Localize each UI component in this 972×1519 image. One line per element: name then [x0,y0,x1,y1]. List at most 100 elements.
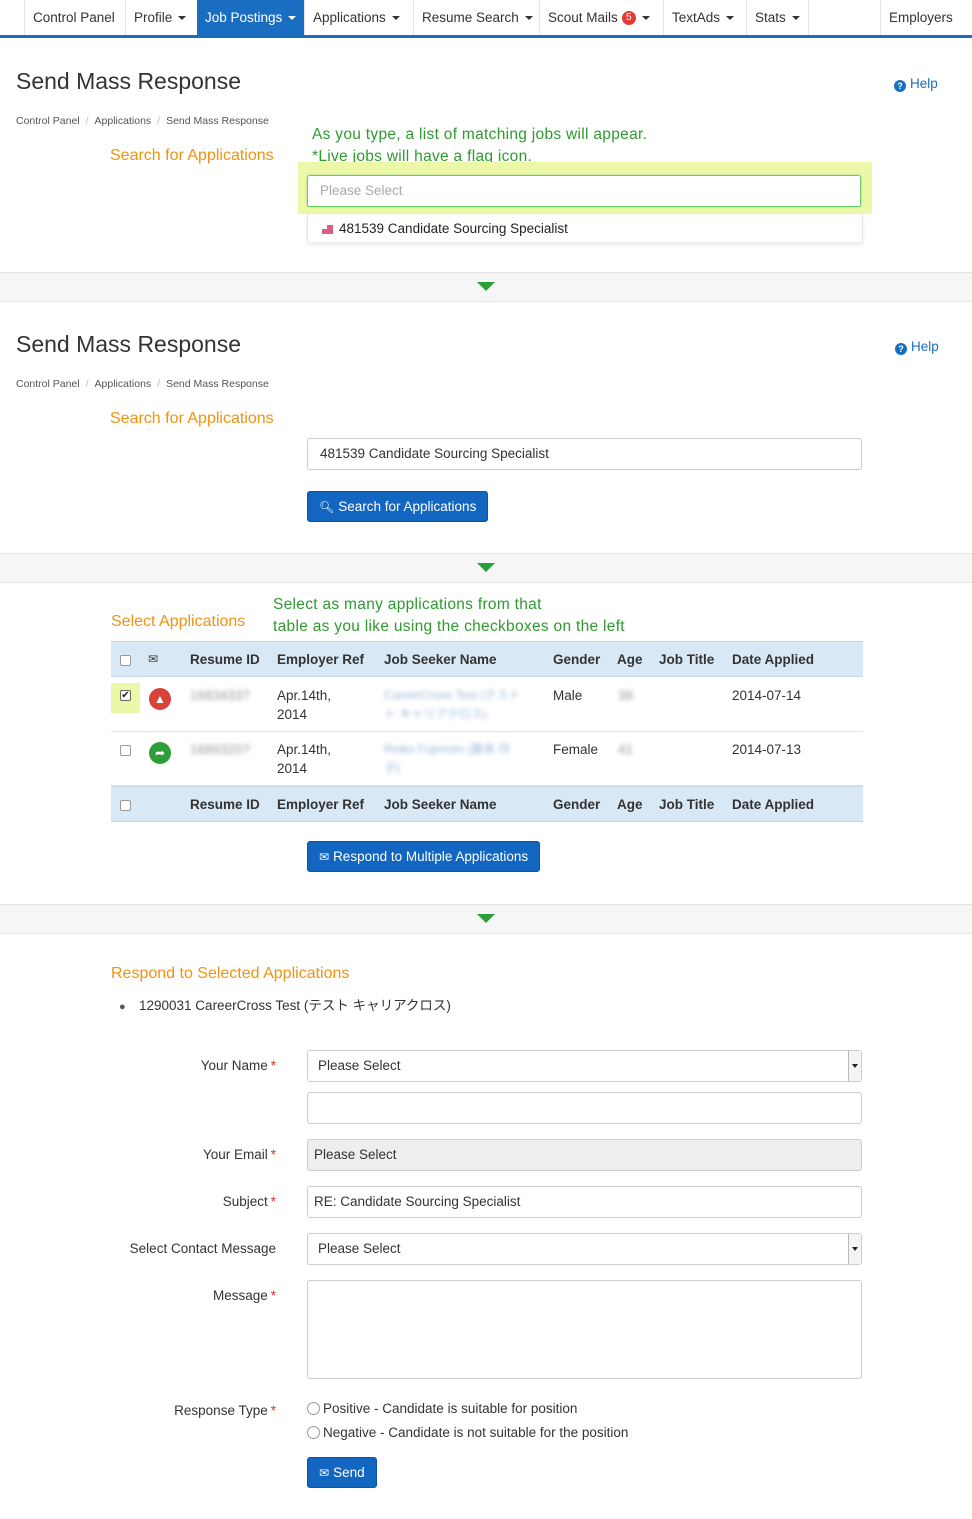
response-type-label: Response Type * [106,1403,276,1418]
employer-ref-line: 2014 [277,761,308,776]
nav-scout-mails[interactable]: Scout Mails 5 [539,0,658,35]
row-checkbox[interactable] [120,745,131,756]
contact-message-select[interactable]: Please Select [307,1233,862,1265]
radio-positive-label[interactable]: Positive - Candidate is suitable for pos… [323,1401,577,1416]
column-header[interactable]: Job Title [659,787,714,822]
job-seeker-name[interactable]: Reiko Fujimoto (藤本 玲子) [384,740,511,778]
resume-id: 1689320? [190,742,251,757]
envelope-icon: ✉ [148,652,159,666]
recipient: ● 1290031 CareerCross Test (テスト キャリアクロス) [119,994,451,1014]
caret-down-icon [178,16,187,21]
radio-negative[interactable] [307,1426,320,1439]
column-header[interactable]: Employer Ref [277,642,364,677]
select-all-checkbox[interactable] [120,655,131,666]
top-nav: Control Panel Profile Job Postings Appli… [0,0,972,38]
nav-applications[interactable]: Applications [304,0,408,35]
column-header[interactable]: Age [617,787,643,822]
column-header[interactable]: Date Applied [732,642,814,677]
nav-resume-search[interactable]: Resume Search [413,0,541,35]
column-header[interactable]: Job Title [659,642,714,677]
nav-stats[interactable]: Stats [746,0,809,35]
autocomplete-option[interactable]: 481539 Candidate Sourcing Specialist [307,214,863,242]
breadcrumb-item[interactable]: Applications [95,378,152,390]
breadcrumb-item[interactable]: Control Panel [16,378,80,390]
respond-section-label: Respond to Selected Applications [111,965,350,982]
nav-control-panel[interactable]: Control Panel [24,0,123,35]
subject-input[interactable]: RE: Candidate Sourcing Specialist [307,1186,862,1218]
help-label: Help [911,339,939,354]
job-search-input[interactable]: 481539 Candidate Sourcing Specialist [307,438,862,470]
reply-icon: ➦ [149,742,171,764]
resume-id: 1683433? [190,688,251,703]
column-header[interactable]: Job Seeker Name [384,787,497,822]
name-line: CareerCross Test (テスト [384,688,521,702]
annotation-line: table as you like using the checkboxes o… [273,618,625,635]
gender: Female [553,742,599,757]
recipient-label: 1290031 CareerCross Test (テスト キャリアクロス) [139,998,451,1013]
send-button[interactable]: ✉ Send [307,1457,377,1488]
chevron-down-icon [848,1234,861,1264]
name-line: 子) [384,761,400,775]
required-mark: * [270,1194,276,1209]
caret-down-icon [288,16,297,21]
nav-textads[interactable]: TextAds [663,0,742,35]
caret-down-icon [726,16,735,21]
message-textarea[interactable] [307,1280,862,1379]
step-divider [0,904,972,934]
table-header: ✉ Resume ID Employer Ref Job Seeker Name… [111,641,863,677]
radio-positive[interactable] [307,1402,320,1415]
label-text: Response Type [174,1403,268,1418]
your-name-input[interactable] [307,1092,862,1124]
message-label: Message * [106,1288,276,1303]
column-header[interactable]: Date Applied [732,787,814,822]
radio-negative-label[interactable]: Negative - Candidate is not suitable for… [323,1425,628,1440]
job-seeker-name[interactable]: CareerCross Test (テストト キャリアクロス) [384,686,520,724]
respond-multiple-button[interactable]: ✉ Respond to Multiple Applications [307,841,541,872]
job-search-input[interactable]: Please Select [307,175,861,207]
required-mark: * [270,1403,276,1418]
column-header[interactable]: Employer Ref [277,787,364,822]
table-row: ✔ ▲ 1683433? Apr.14th, 2014 CareerCross T… [111,678,863,732]
search-icon: 🔍︎ [319,500,335,514]
button-label: Send [333,1465,365,1480]
button-label: Respond to Multiple Applications [333,849,529,864]
select-all-checkbox[interactable] [120,800,131,811]
search-section-label: Search for Applications [110,410,274,427]
nav-label: Resume Search [422,10,519,25]
nav-label: Scout Mails [548,10,618,25]
column-header[interactable]: Resume ID [190,642,260,677]
help-link[interactable]: ? Help [894,76,938,92]
column-header[interactable]: Job Seeker Name [384,642,497,677]
employer-ref-line: Apr.14th, [277,688,332,703]
breadcrumb-item[interactable]: Applications [95,115,152,127]
select-section-label: Select Applications [111,613,246,630]
help-label: Help [910,76,938,91]
date-applied: 2014-07-14 [732,688,802,703]
table-footer: Resume ID Employer Ref Job Seeker Name G… [111,786,863,822]
nav-profile[interactable]: Profile [125,0,194,35]
search-applications-button[interactable]: 🔍︎ Search for Applications [307,491,489,522]
caret-down-icon [524,16,533,21]
nav-employers[interactable]: Employers [880,0,961,35]
column-header[interactable]: Gender [553,642,600,677]
flag-icon [322,225,333,234]
label-text: Your Name [200,1058,268,1073]
column-header[interactable]: Age [617,642,643,677]
nav-job-postings[interactable]: Job Postings [197,0,305,35]
step-divider [0,553,972,583]
row-checkbox[interactable]: ✔ [120,690,131,701]
search-section-label: Search for Applications [110,147,274,164]
annotation-line: Select as many applications from that [273,596,542,613]
column-header[interactable]: Resume ID [190,787,260,822]
subject-label: Subject * [106,1194,276,1209]
user-icon: ● [119,1001,126,1013]
help-link[interactable]: ? Help [895,339,939,355]
required-mark: * [270,1147,276,1162]
name-line: ト キャリアクロス) [384,707,487,721]
select-value: Please Select [318,1241,401,1256]
breadcrumb-item[interactable]: Control Panel [16,115,80,127]
envelope-icon: ✉ [319,850,330,864]
annotation-line: As you type, a list of matching jobs wil… [312,126,648,143]
your-name-select[interactable]: Please Select [307,1050,862,1082]
column-header[interactable]: Gender [553,787,600,822]
